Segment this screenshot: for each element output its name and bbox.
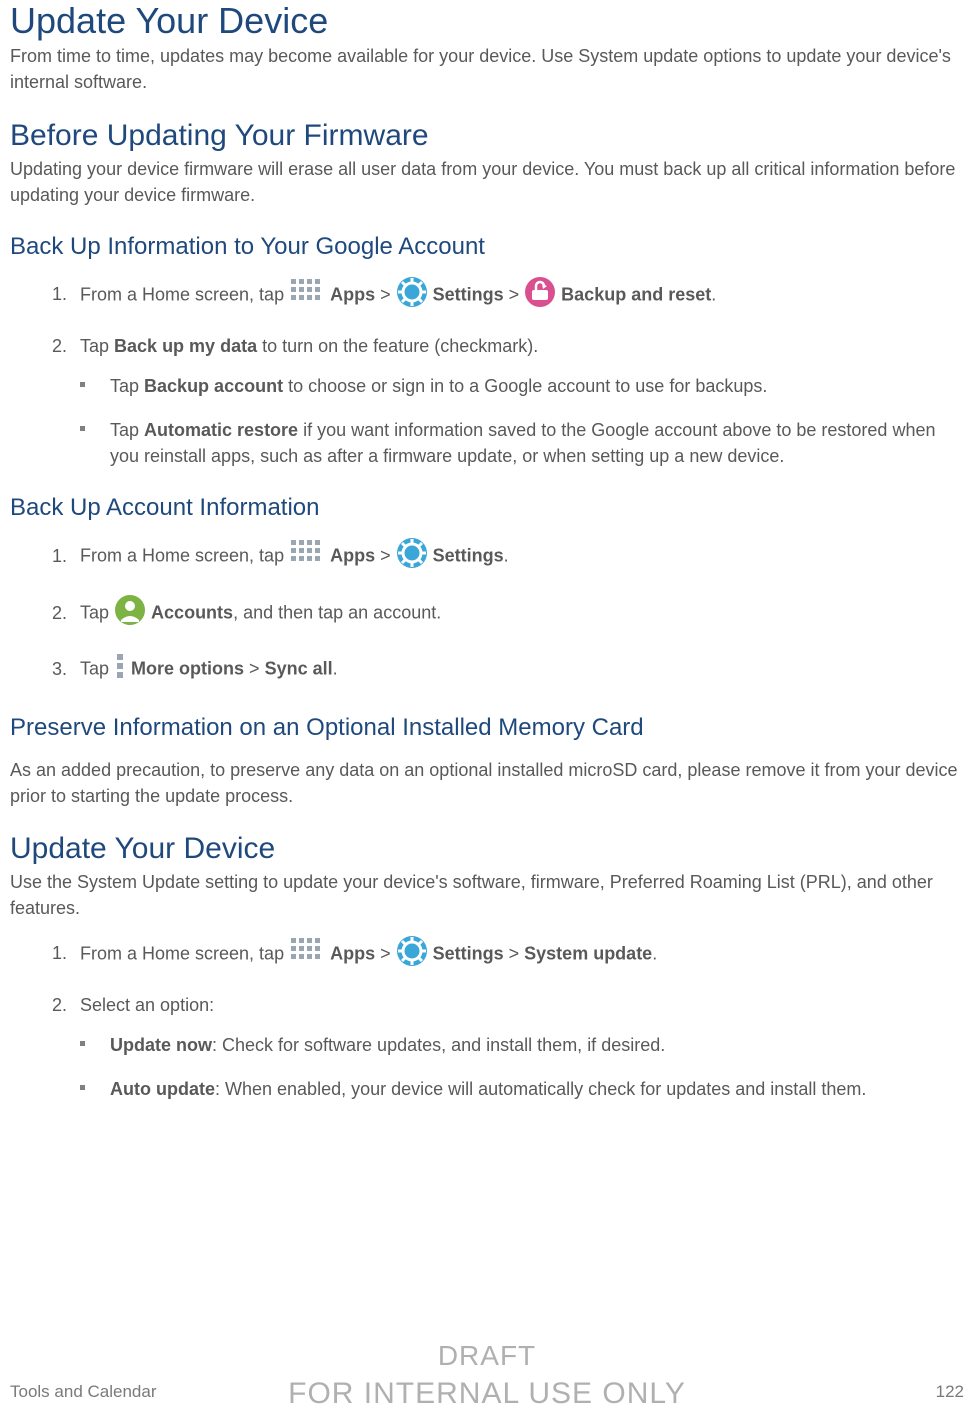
more-options-icon: [114, 651, 126, 688]
label-backup-my-data: Back up my data: [114, 336, 257, 356]
separator: >: [375, 284, 396, 304]
backup-reset-icon: [524, 276, 556, 315]
paragraph-preserve: As an added precaution, to preserve any …: [10, 757, 964, 809]
label-apps: Apps: [330, 284, 375, 304]
settings-gear-icon: [396, 935, 428, 974]
text: .: [711, 284, 716, 304]
accounts-icon: [114, 594, 146, 633]
footer-section-title: Tools and Calendar: [10, 1380, 156, 1405]
list-item: Auto update: When enabled, your device w…: [80, 1076, 964, 1102]
text: Tap: [80, 603, 114, 623]
separator: >: [375, 546, 396, 566]
heading-before-updating: Before Updating Your Firmware: [10, 118, 964, 154]
settings-gear-icon: [396, 537, 428, 576]
heading-update-your-device-2: Update Your Device: [10, 831, 964, 867]
text: .: [504, 546, 509, 566]
text: Select an option:: [80, 995, 214, 1015]
text: From a Home screen, tap: [80, 284, 289, 304]
paragraph-intro: From time to time, updates may become av…: [10, 43, 964, 95]
list-item: From a Home screen, tap Apps > Settings.: [72, 537, 964, 576]
list-item: Tap More options > Sync all.: [72, 651, 964, 688]
paragraph-update: Use the System Update setting to update …: [10, 869, 964, 921]
heading-update-your-device: Update Your Device: [10, 0, 964, 41]
text: , and then tap an account.: [233, 603, 441, 623]
label-auto-update: Auto update: [110, 1079, 215, 1099]
label-update-now: Update now: [110, 1035, 212, 1055]
separator: >: [504, 284, 525, 304]
list-item: Tap Backup account to choose or sign in …: [80, 373, 964, 399]
list-item: Tap Back up my data to turn on the featu…: [72, 333, 964, 469]
text: to turn on the feature (checkmark).: [257, 336, 538, 356]
heading-backup-account-info: Back Up Account Information: [10, 493, 964, 523]
list-item: Tap Accounts, and then tap an account.: [72, 594, 964, 633]
text: : Check for software updates, and instal…: [212, 1035, 665, 1055]
text: From a Home screen, tap: [80, 546, 289, 566]
heading-backup-google: Back Up Information to Your Google Accou…: [10, 232, 964, 262]
list-backup-account: From a Home screen, tap Apps > Settings.…: [10, 537, 964, 688]
apps-grid-icon: [289, 538, 325, 575]
label-apps: Apps: [330, 546, 375, 566]
sublist: Tap Backup account to choose or sign in …: [80, 373, 964, 469]
label-settings: Settings: [433, 284, 504, 304]
apps-grid-icon: [289, 277, 325, 314]
settings-gear-icon: [396, 276, 428, 315]
list-item: Tap Automatic restore if you want inform…: [80, 417, 964, 469]
paragraph-before: Updating your device firmware will erase…: [10, 156, 964, 208]
separator: >: [504, 943, 525, 963]
separator: >: [375, 943, 396, 963]
text: .: [652, 943, 657, 963]
text: : When enabled, your device will automat…: [215, 1079, 866, 1099]
list-item: From a Home screen, tap Apps > Settings …: [72, 935, 964, 974]
list-item: From a Home screen, tap Apps > Settings …: [72, 276, 964, 315]
label-backup-reset: Backup and reset: [561, 284, 711, 304]
label-automatic-restore: Automatic restore: [144, 420, 298, 440]
text: From a Home screen, tap: [80, 943, 289, 963]
heading-preserve-memory-card: Preserve Information on an Optional Inst…: [10, 713, 964, 743]
label-more-options: More options: [131, 659, 244, 679]
text: Tap: [80, 659, 114, 679]
label-settings: Settings: [433, 943, 504, 963]
label-accounts: Accounts: [151, 603, 233, 623]
text: Tap: [110, 376, 144, 396]
list-backup-google: From a Home screen, tap Apps > Settings …: [10, 276, 964, 469]
sublist: Update now: Check for software updates, …: [80, 1032, 964, 1102]
label-apps: Apps: [330, 943, 375, 963]
watermark-line-1: DRAFT: [0, 1338, 974, 1374]
apps-grid-icon: [289, 936, 325, 973]
list-item: Update now: Check for software updates, …: [80, 1032, 964, 1058]
label-sync-all: Sync all: [265, 659, 333, 679]
list-item: Select an option: Update now: Check for …: [72, 992, 964, 1102]
label-backup-account: Backup account: [144, 376, 283, 396]
text: Tap: [110, 420, 144, 440]
text: to choose or sign in to a Google account…: [283, 376, 767, 396]
label-system-update: System update: [524, 943, 652, 963]
separator: >: [244, 659, 265, 679]
label-settings: Settings: [433, 546, 504, 566]
text: .: [333, 659, 338, 679]
footer-page-number: 122: [936, 1380, 964, 1405]
text: Tap: [80, 336, 114, 356]
list-update-device: From a Home screen, tap Apps > Settings …: [10, 935, 964, 1102]
